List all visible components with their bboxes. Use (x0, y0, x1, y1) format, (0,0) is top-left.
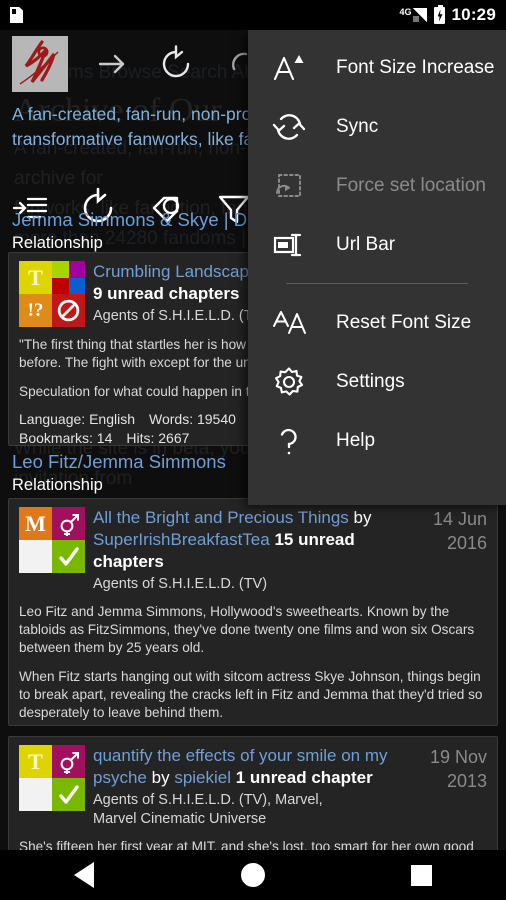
work-summary: She's fifteen her first year at MIT, and… (19, 838, 487, 850)
complete-check-icon (52, 778, 85, 811)
overflow-menu: Font Size Increase Sync Force set locati… (248, 30, 506, 505)
summary-paragraph: She's fifteen her first year at MIT, and… (19, 839, 474, 850)
force-set-location-icon (270, 166, 314, 206)
menu-item-settings[interactable]: Settings (248, 352, 506, 411)
work-card[interactable]: T quantify the effects of your smile on … (8, 736, 498, 850)
work-title[interactable]: quantify the effects of your smile on my… (93, 745, 391, 789)
network-type-label: 4G (399, 7, 412, 17)
menu-item-sync[interactable]: Sync (248, 97, 506, 156)
work-title-text: All the Bright and Precious Things (93, 508, 349, 527)
by-word: by (353, 508, 372, 527)
status-bar-right: 4G 10:29 (400, 4, 497, 25)
work-date-line2: 2013 (446, 771, 487, 791)
home-button[interactable] (223, 855, 283, 895)
url-bar-icon (270, 225, 314, 265)
signal-bars-icon: 4G (400, 8, 427, 22)
work-flags: T (19, 745, 85, 829)
work-summary: Leo Fitz and Jemma Simmons, Hollywood's … (19, 603, 487, 725)
menu-item-label: Sync (336, 115, 379, 137)
by-word: by (151, 768, 170, 787)
work-card-header: T quantify the effects of your smile on … (19, 745, 487, 829)
work-title-block: quantify the effects of your smile on my… (93, 745, 391, 829)
rating-flag: T (19, 745, 52, 778)
work-card-header: M All the Bright and Precious Things by … (19, 507, 487, 594)
work-title-text: Crumbling Landscapes (93, 262, 267, 281)
menu-item-reset-font-size[interactable]: Reset Font Size (248, 293, 506, 352)
stat-words: Words: 19540 (149, 411, 236, 427)
reset-font-size-icon (270, 303, 314, 343)
sd-card-icon (10, 7, 23, 23)
work-fandom-line2: Marvel Cinematic Universe (93, 811, 267, 827)
menu-item-label: Reset Font Size (336, 311, 472, 333)
category-het-icon (52, 745, 85, 778)
summary-paragraph: When Fitz starts hanging out with sitcom… (19, 669, 483, 720)
gear-icon (270, 362, 314, 402)
work-flags: T !? (19, 261, 85, 327)
back-button[interactable] (54, 855, 114, 895)
menu-item-label: Force set location (336, 174, 486, 196)
warning-flag: !? (19, 294, 52, 327)
work-title[interactable]: All the Bright and Precious Things by (93, 507, 391, 529)
menu-item-url-bar[interactable]: Url Bar (248, 215, 506, 274)
menu-item-help[interactable]: Help (248, 411, 506, 470)
warning-flag (19, 540, 52, 573)
menu-item-force-set-location: Force set location (248, 156, 506, 215)
reload-icon[interactable] (156, 44, 196, 84)
menu-divider (286, 283, 468, 284)
stat-language: Language: English (19, 411, 135, 427)
menu-item-label: Help (336, 429, 376, 451)
recents-button[interactable] (392, 855, 452, 895)
status-bar-clock: 10:29 (451, 5, 496, 24)
android-screen: 4G 10:29 Fandoms Browse Search Ab Archiv… (0, 0, 506, 900)
work-author[interactable]: SuperIrishBreakfastTea (93, 530, 270, 549)
work-author-line: SuperIrishBreakfastTea 15 unread chapter… (93, 529, 391, 573)
work-date: 19 Nov 2013 (399, 745, 487, 829)
work-flags: M (19, 507, 85, 594)
work-author[interactable]: spiekiel (174, 768, 231, 787)
work-date-line1: 19 Nov (429, 747, 487, 767)
font-size-increase-icon (270, 48, 314, 88)
work-fandom[interactable]: Agents of S.H.I.E.L.D. (TV), Marvel, Mar… (93, 791, 391, 829)
complete-check-icon (52, 540, 85, 573)
status-bar-left (10, 7, 23, 23)
menu-item-label: Url Bar (336, 233, 396, 255)
help-question-icon (270, 421, 314, 461)
work-fandom-line1: Agents of S.H.I.E.L.D. (TV), Marvel, (93, 792, 323, 808)
category-het-icon (52, 507, 85, 540)
menu-item-font-size-increase[interactable]: Font Size Increase (248, 38, 506, 97)
stat-hits: Hits: 2667 (126, 430, 190, 446)
arrow-forward-icon[interactable] (92, 44, 132, 84)
status-bar: 4G 10:29 (0, 0, 506, 30)
stat-bookmarks: Bookmarks: 14 (19, 430, 113, 446)
sync-icon (270, 107, 314, 147)
android-navigation-bar (0, 850, 506, 900)
category-multi-icon (52, 261, 85, 294)
work-date-line1: 14 Jun (432, 509, 487, 529)
rating-flag: T (19, 261, 52, 294)
rating-flag: M (19, 507, 52, 540)
menu-item-label: Settings (336, 370, 405, 392)
work-fandom[interactable]: Agents of S.H.I.E.L.D. (TV) (93, 575, 391, 594)
summary-paragraph: Leo Fitz and Jemma Simmons, Hollywood's … (19, 604, 475, 655)
work-unread: 1 unread chapter (235, 768, 373, 787)
ao3-logo-icon[interactable] (12, 36, 68, 92)
not-complete-icon (52, 294, 85, 327)
work-card[interactable]: M All the Bright and Precious Things by … (8, 498, 498, 726)
warning-flag (19, 778, 52, 811)
work-date-line2: 2016 (446, 533, 487, 553)
work-date: 14 Jun 2016 (399, 507, 487, 594)
work-title-block: All the Bright and Precious Things by Su… (93, 507, 391, 594)
menu-item-label: Font Size Increase (336, 56, 495, 78)
battery-charging-icon (433, 4, 445, 24)
